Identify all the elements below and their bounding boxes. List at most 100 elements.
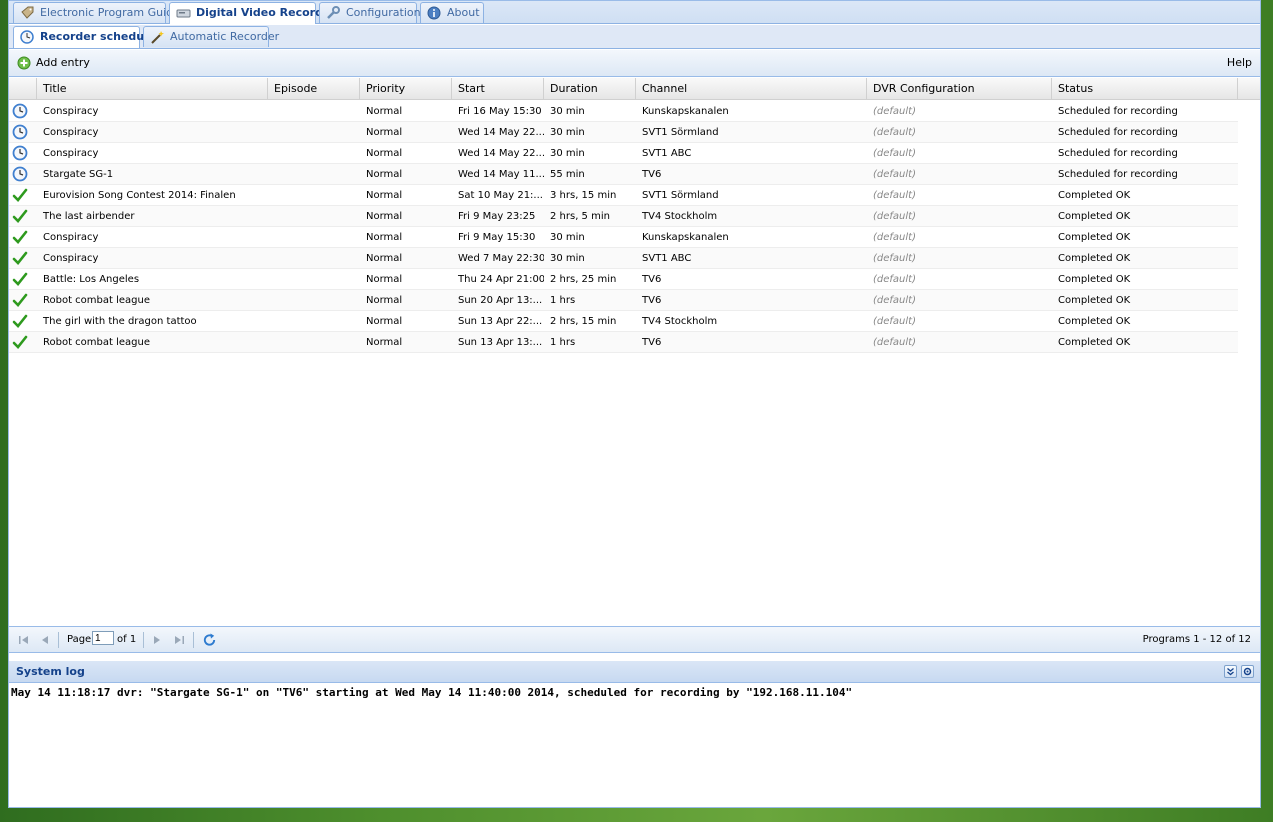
column-header-episode[interactable]: Episode — [268, 78, 360, 99]
cell-priority: Normal — [366, 253, 403, 264]
cell-status: Scheduled for recording — [1058, 106, 1178, 117]
checkmark-icon — [12, 188, 28, 202]
table-row[interactable]: Battle: Los Angeles Normal Thu 24 Apr 21:0… — [9, 269, 1238, 290]
table-row[interactable]: Eurovision Song Contest 2014: Finalen Nor… — [9, 185, 1238, 206]
table-row[interactable]: The girl with the dragon tattoo Normal Sun… — [9, 311, 1238, 332]
settings-button[interactable] — [1241, 665, 1254, 678]
tab-about[interactable]: About — [420, 2, 484, 23]
app-window: Electronic Program Guide Digital Video R… — [8, 0, 1261, 808]
help-button[interactable]: Help — [1227, 54, 1252, 72]
checkmark-icon — [12, 335, 28, 349]
cell-title: Robot combat league — [43, 337, 151, 348]
table-row[interactable]: Conspiracy Normal Wed 14 May 22... 30 min SV… — [9, 143, 1238, 164]
cell-title: The girl with the dragon tattoo — [43, 316, 197, 327]
cell-config: (default) — [873, 169, 916, 180]
table-row[interactable]: Robot combat league Normal Sun 20 Apr 13:.… — [9, 290, 1238, 311]
cell-title: The last airbender — [43, 211, 135, 222]
tab-configuration[interactable]: Configuration — [319, 2, 421, 23]
tag-icon — [21, 6, 34, 19]
cell-duration: 2 hrs, 25 min — [550, 274, 617, 285]
collapse-button[interactable] — [1224, 665, 1237, 678]
column-header-status[interactable]: Status — [1052, 78, 1238, 99]
tab-label: About — [447, 6, 480, 19]
page-count-label: of 1 — [117, 634, 137, 645]
tab-label: Electronic Program Guide — [40, 6, 180, 19]
cell-channel: TV6 — [642, 274, 662, 285]
cell-channel: TV6 — [642, 169, 662, 180]
clock-icon — [12, 124, 28, 140]
cell-title: Conspiracy — [43, 148, 99, 159]
cell-duration: 30 min — [550, 148, 585, 159]
cell-channel: Kunskapskanalen — [642, 232, 729, 243]
tab-label: Automatic Recorder — [170, 30, 280, 43]
column-header-start[interactable]: Start — [452, 78, 544, 99]
add-entry-button[interactable]: Add entry — [17, 54, 90, 72]
cell-status: Completed OK — [1058, 274, 1131, 285]
first-page-icon[interactable] — [18, 633, 30, 647]
table-row[interactable]: Conspiracy Normal Fri 9 May 15:30 30 min Kun… — [9, 227, 1238, 248]
cell-priority: Normal — [366, 211, 403, 222]
cell-duration: 30 min — [550, 253, 585, 264]
previous-page-icon[interactable] — [39, 633, 51, 647]
cell-duration: 30 min — [550, 106, 585, 117]
cell-start: Wed 14 May 22... — [458, 127, 544, 138]
table-row[interactable]: The last airbender Normal Fri 9 May 23:25 2… — [9, 206, 1238, 227]
cell-start: Sat 10 May 21:... — [458, 190, 543, 201]
column-header-duration[interactable]: Duration — [544, 78, 636, 99]
refresh-icon[interactable] — [202, 632, 217, 648]
cell-priority: Normal — [366, 316, 403, 327]
cell-status: Completed OK — [1058, 190, 1131, 201]
cell-start: Fri 16 May 15:30 — [458, 106, 542, 117]
cell-config: (default) — [873, 106, 916, 117]
column-header-dvr-configuration[interactable]: DVR Configuration — [867, 78, 1052, 99]
column-header-channel[interactable]: Channel — [636, 78, 867, 99]
grid-body: Conspiracy Normal Fri 16 May 15:30 30 min Ku… — [9, 101, 1238, 353]
separator — [58, 632, 59, 648]
column-header-priority[interactable]: Priority — [360, 78, 452, 99]
wrench-icon — [327, 6, 340, 19]
cell-status: Completed OK — [1058, 295, 1131, 306]
cell-episode — [268, 206, 360, 226]
column-header-title[interactable]: Title — [37, 78, 268, 99]
cell-duration: 2 hrs, 15 min — [550, 316, 617, 327]
table-row[interactable]: Conspiracy Normal Fri 16 May 15:30 30 min Ku… — [9, 101, 1238, 122]
checkmark-icon — [12, 314, 28, 328]
tab-label: Configuration — [346, 6, 421, 19]
cell-status: Scheduled for recording — [1058, 127, 1178, 138]
grid-header: Title Episode Priority Start Duration Ch… — [9, 78, 1260, 100]
cell-duration: 30 min — [550, 232, 585, 243]
cell-config: (default) — [873, 295, 916, 306]
table-row[interactable]: Robot combat league Normal Sun 13 Apr 13:.… — [9, 332, 1238, 353]
wand-icon — [151, 31, 164, 44]
cell-config: (default) — [873, 253, 916, 264]
cell-status: Completed OK — [1058, 253, 1131, 264]
clock-icon — [20, 30, 34, 44]
cell-title: Robot combat league — [43, 295, 151, 306]
cell-status: Completed OK — [1058, 232, 1131, 243]
page-label: Page — [67, 634, 92, 645]
table-row[interactable]: Conspiracy Normal Wed 7 May 22:30 30 min SVT… — [9, 248, 1238, 269]
checkmark-icon — [12, 209, 28, 223]
tab-dvr[interactable]: Digital Video Recorder — [169, 2, 336, 24]
table-row[interactable]: Stargate SG-1 Normal Wed 14 May 11... 55 mi… — [9, 164, 1238, 185]
system-log-panel: System log May 14 11:18:17 dvr: "Stargat… — [9, 661, 1260, 807]
tab-recorder-schedule[interactable]: Recorder schedule — [13, 26, 155, 48]
cell-title: Eurovision Song Contest 2014: Finalen — [43, 190, 236, 201]
last-page-icon[interactable] — [173, 633, 185, 647]
table-row[interactable]: Conspiracy Normal Wed 14 May 22... 30 min SV… — [9, 122, 1238, 143]
next-page-icon[interactable] — [151, 633, 163, 647]
cell-config: (default) — [873, 232, 916, 243]
checkmark-icon — [12, 251, 28, 265]
tab-epg[interactable]: Electronic Program Guide — [13, 2, 180, 23]
system-log-title: System log — [16, 665, 85, 678]
page-input[interactable] — [92, 631, 114, 645]
double-chevron-down-icon — [1227, 668, 1234, 676]
cell-status: Completed OK — [1058, 211, 1131, 222]
cell-channel: SVT1 ABC — [642, 253, 692, 264]
cell-priority: Normal — [366, 148, 403, 159]
separator — [193, 632, 194, 648]
cell-duration: 30 min — [550, 127, 585, 138]
add-entry-label: Add entry — [36, 56, 90, 69]
column-header-icon[interactable] — [9, 78, 37, 99]
tab-automatic-recorder[interactable]: Automatic Recorder — [143, 26, 279, 47]
